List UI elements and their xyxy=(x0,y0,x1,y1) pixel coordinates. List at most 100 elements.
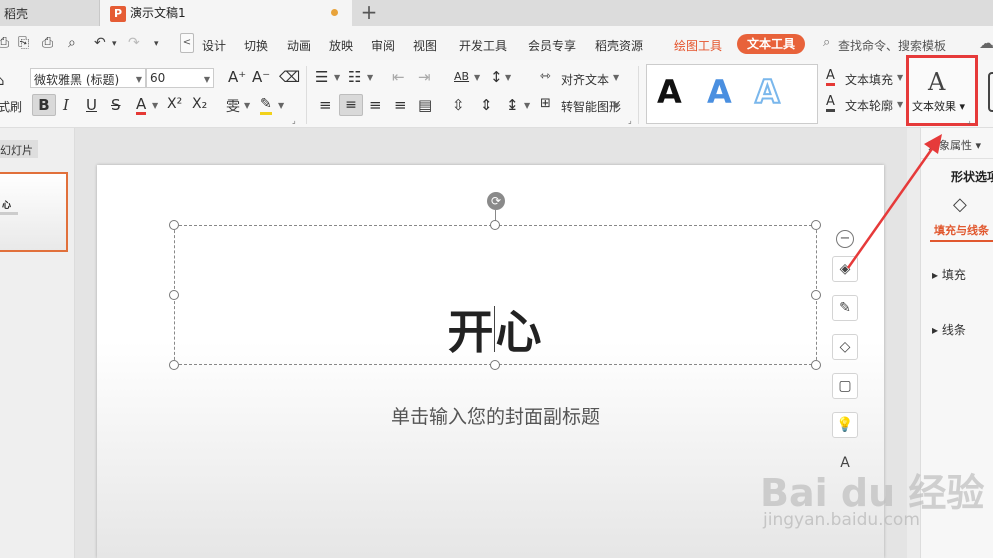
tab-presentation[interactable]: P 演示文稿1 xyxy=(100,0,352,26)
italic-button[interactable]: I xyxy=(63,96,69,114)
menu-design[interactable]: 设计 xyxy=(202,37,226,54)
layers-icon[interactable]: ◈ xyxy=(832,256,858,282)
align-text-button[interactable]: 对齐文本 xyxy=(561,71,609,88)
distribute-button[interactable]: ▤ xyxy=(418,96,432,114)
tab-docer-home[interactable]: 稻壳 xyxy=(0,0,100,26)
menu-text-tools[interactable]: 文本工具 xyxy=(737,34,805,54)
underline-button[interactable]: U xyxy=(86,96,97,114)
frame-icon[interactable]: ▢ xyxy=(832,373,858,399)
chevron-down-icon[interactable]: ▼ xyxy=(244,101,250,110)
resize-handle-n[interactable] xyxy=(490,220,500,230)
shape-options-tab[interactable]: 形状选项 xyxy=(951,168,993,185)
object-properties-dropdown[interactable]: 对象属性 ▾ xyxy=(928,137,981,153)
bullet-list-button[interactable]: ☰ xyxy=(315,68,328,86)
convert-smartart-button[interactable]: 转智能图形 xyxy=(561,98,621,115)
font-color-button[interactable]: A xyxy=(136,96,147,115)
text-fill-icon[interactable]: A xyxy=(826,69,835,86)
fill-section-toggle[interactable]: ▸ 填充 xyxy=(932,266,966,283)
menu-scroll-left-button[interactable]: < xyxy=(180,33,194,53)
align-text-icon[interactable]: ⇿ xyxy=(540,69,551,84)
menu-review[interactable]: 审阅 xyxy=(371,37,395,54)
subscript-button[interactable]: X₂ xyxy=(192,96,207,112)
menu-drawing-tools[interactable]: 绘图工具 xyxy=(674,37,722,54)
menu-transition[interactable]: 切换 xyxy=(244,37,268,54)
chevron-down-icon[interactable]: ▼ xyxy=(897,73,903,82)
menu-view[interactable]: 视图 xyxy=(413,37,437,54)
menu-developer[interactable]: 开发工具 xyxy=(459,37,507,54)
collapse-toolbar-icon[interactable]: − xyxy=(836,230,854,248)
more-tools-icon[interactable] xyxy=(988,72,993,112)
chevron-down-icon[interactable]: ▼ xyxy=(505,73,511,82)
wordart-dialog-launcher-icon[interactable]: ⌟ xyxy=(967,116,971,125)
bold-button[interactable]: B xyxy=(32,94,56,116)
increase-indent-button[interactable]: ⇥ xyxy=(418,68,431,86)
line-spacing-button[interactable]: ⇳ xyxy=(452,96,465,114)
chevron-down-icon[interactable]: ▼ xyxy=(474,73,480,82)
search-command-input[interactable]: 查找命令、搜索模板 xyxy=(838,37,946,54)
fill-line-icon[interactable]: ◇ xyxy=(953,194,967,215)
chevron-down-icon[interactable]: ▼ xyxy=(152,101,158,110)
text-outline-button[interactable]: 文本轮廓 xyxy=(845,97,893,114)
numbered-list-button[interactable]: ☷ xyxy=(348,68,361,86)
undo-dropdown-icon[interactable]: ▾ xyxy=(112,39,117,49)
phonetic-guide-button[interactable]: 雯 xyxy=(226,96,240,116)
redo-icon[interactable]: ↷ xyxy=(128,35,140,51)
sort-button[interactable]: ↕ xyxy=(490,68,503,86)
cloud-icon[interactable]: ☁ xyxy=(979,34,993,52)
paint-bucket-icon[interactable]: ◇ xyxy=(832,334,858,360)
search-icon[interactable]: ⌕ xyxy=(823,35,830,50)
decrease-indent-button[interactable]: ⇤ xyxy=(392,68,405,86)
chevron-down-icon[interactable]: ▼ xyxy=(334,73,340,82)
chevron-down-icon[interactable]: ▼ xyxy=(278,101,284,110)
lightbulb-icon[interactable]: 💡 xyxy=(832,412,858,438)
grow-font-icon[interactable]: A⁺ xyxy=(228,68,246,86)
menu-animation[interactable]: 动画 xyxy=(287,37,311,54)
format-painter-label[interactable]: 式刷 xyxy=(0,98,22,115)
new-tab-button[interactable]: + xyxy=(358,0,380,26)
text-direction-button[interactable]: AB xyxy=(454,70,469,83)
brush-icon[interactable]: ✎ xyxy=(832,295,858,321)
justify-button[interactable]: ≡ xyxy=(394,96,407,114)
chevron-down-icon[interactable]: ▼ xyxy=(897,100,903,109)
align-center-button[interactable]: ≡ xyxy=(339,94,363,116)
format-painter-icon[interactable]: ⌂ xyxy=(0,74,4,89)
align-left-button[interactable]: ≡ xyxy=(319,96,332,114)
undo-icon[interactable]: ↶ xyxy=(94,35,106,51)
text-outline-icon[interactable]: A xyxy=(826,95,835,112)
style-black[interactable]: A xyxy=(657,73,682,111)
font-dialog-launcher-icon[interactable]: ⌟ xyxy=(292,116,296,125)
resize-handle-ne[interactable] xyxy=(811,220,821,230)
print-icon[interactable]: ⎙ xyxy=(42,35,53,51)
text-fill-button[interactable]: 文本填充 xyxy=(845,71,893,88)
save-icon[interactable]: ⎙ xyxy=(0,35,9,51)
paragraph-spacing-button[interactable]: ⇕ xyxy=(480,96,493,114)
menu-membership[interactable]: 会员专享 xyxy=(528,37,576,54)
fill-and-line-tab[interactable]: 填充与线条 xyxy=(934,222,989,238)
align-right-button[interactable]: ≡ xyxy=(369,96,382,114)
shrink-font-icon[interactable]: A⁻ xyxy=(252,68,270,86)
font-size-select[interactable]: 60 ▼ xyxy=(146,68,214,88)
strikethrough-button[interactable]: S xyxy=(111,96,121,114)
rotate-icon[interactable]: ⟳ xyxy=(487,192,505,210)
chevron-down-icon[interactable]: ▼ xyxy=(367,73,373,82)
slide-title[interactable]: 开心 xyxy=(174,296,817,362)
clear-format-icon[interactable]: ⌫ xyxy=(279,68,300,86)
style-outline[interactable]: A xyxy=(754,72,781,112)
slide-thumbnail[interactable]: 心 xyxy=(0,172,68,252)
highlight-button[interactable]: ✎ xyxy=(260,96,272,115)
chevron-down-icon[interactable]: ▼ xyxy=(613,73,619,82)
export-icon[interactable]: ⎘ xyxy=(18,35,29,51)
superscript-button[interactable]: X² xyxy=(167,96,182,112)
chevron-down-icon[interactable]: ▼ xyxy=(613,101,619,110)
menu-docer-resources[interactable]: 稻壳资源 xyxy=(595,37,643,54)
smartart-icon[interactable]: ⊞ xyxy=(540,96,551,111)
font-family-select[interactable]: 微软雅黑 (标题) ▼ xyxy=(30,68,146,88)
resize-handle-nw[interactable] xyxy=(169,220,179,230)
menu-slideshow[interactable]: 放映 xyxy=(329,37,353,54)
slides-tab[interactable]: 幻灯片 xyxy=(0,140,38,158)
column-spacing-button[interactable]: ↨ xyxy=(506,96,519,114)
chevron-down-icon[interactable]: ▼ xyxy=(524,101,530,110)
customize-dropdown-icon[interactable]: ▾ xyxy=(154,39,159,49)
preview-icon[interactable]: ⌕ xyxy=(68,35,76,51)
paragraph-dialog-launcher-icon[interactable]: ⌟ xyxy=(628,116,632,125)
